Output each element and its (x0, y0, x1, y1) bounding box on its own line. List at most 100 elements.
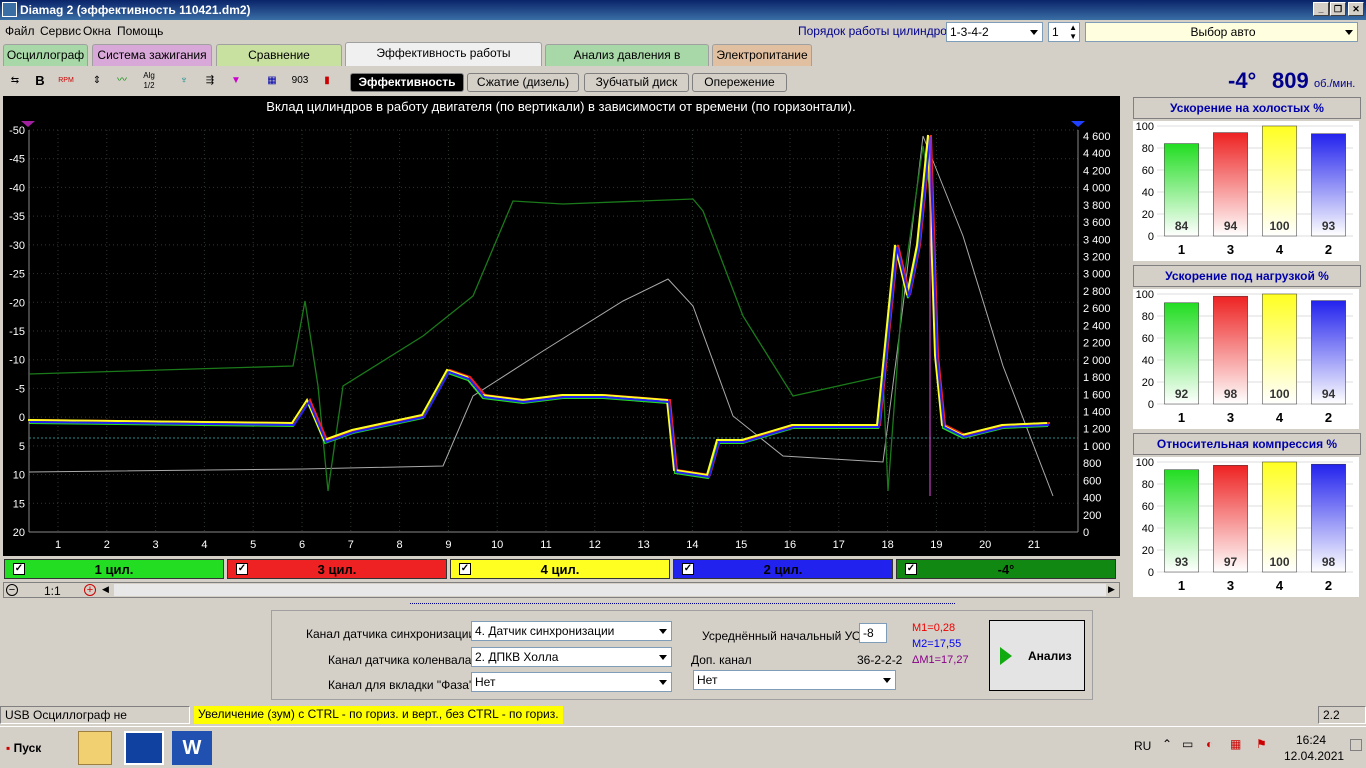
x-tick-label: 10 (491, 539, 503, 551)
checkbox-icon[interactable]: ✓ (905, 563, 917, 575)
channel-4-label: 4 цил. (540, 562, 580, 577)
app-icon (2, 2, 17, 17)
bar-value-label: 100 (1269, 387, 1289, 401)
channel-3[interactable]: ✓ 3 цил. (227, 559, 447, 579)
channel-1[interactable]: ✓ 1 цил. (4, 559, 224, 579)
bar-value-label: 92 (1175, 387, 1189, 401)
tree-icon[interactable]: ♆ (173, 70, 195, 92)
bar-category-label: 1 (1178, 410, 1185, 425)
menu-file[interactable]: Файл (5, 24, 35, 38)
language-indicator[interactable]: RU (1134, 739, 1151, 753)
x-tick-label: 12 (589, 539, 601, 551)
cyl-spin[interactable]: 1 ▲ ▼ (1048, 22, 1080, 42)
bar-category-label: 3 (1227, 578, 1234, 593)
subtab-efficiency[interactable]: Эффективность (350, 73, 464, 92)
splitter[interactable] (410, 603, 955, 608)
bar-y-tick: 20 (1142, 545, 1154, 557)
channel-2[interactable]: ✓ 2 цил. (673, 559, 893, 579)
channel-3-label: 3 цил. (317, 562, 357, 577)
x-tick-label: 13 (637, 539, 649, 551)
scroll-right-icon[interactable]: ▶ (1108, 584, 1115, 595)
phase-select[interactable]: Нет (471, 672, 672, 692)
subtab-advance[interactable]: Опережение (692, 73, 787, 92)
horizontal-scrollbar[interactable] (114, 584, 1106, 596)
left-tick-label: -30 (9, 240, 25, 252)
start-button[interactable]: ▪ Пуск (2, 733, 54, 763)
bar-y-tick: 60 (1142, 165, 1154, 177)
usb-icon[interactable]: ▭ (1182, 737, 1193, 751)
analyze-label: Анализ (1028, 649, 1072, 663)
main-chart[interactable]: Вклад цилиндров в работу двигателя (по в… (3, 96, 1120, 556)
menu-help[interactable]: Помощь (117, 24, 163, 38)
clock-time: 16:24 (1296, 733, 1327, 747)
network-icon[interactable]: ▦ (1230, 737, 1241, 751)
extra-value: Нет (697, 673, 718, 687)
channel-angle[interactable]: ✓ -4° (896, 559, 1116, 579)
algorithm-icon[interactable]: Alg 1/2 (138, 70, 160, 92)
status-version: 2.2 (1318, 706, 1366, 724)
play-icon (1000, 647, 1012, 665)
left-tick-label: -25 (9, 269, 25, 281)
order-icon[interactable]: ⇶ (199, 70, 221, 92)
show-desktop-button[interactable] (1350, 739, 1362, 751)
subtab-toothed-disk[interactable]: Зубчатый диск (584, 73, 689, 92)
engine-icon[interactable]: ▦ (261, 70, 283, 92)
checkbox-icon[interactable]: ✓ (13, 563, 25, 575)
channel-4[interactable]: ✓ 4 цил. (450, 559, 670, 579)
tab-ignition[interactable]: Система зажигания (92, 44, 212, 66)
load-accel-svg: 0 20 40 60 80 100 92 1 98 3 100 4 94 2 (1136, 289, 1353, 425)
car-select[interactable]: Выбор авто (1085, 22, 1358, 42)
cyl-order-select[interactable]: 1-3-4-2 (946, 22, 1043, 42)
status-hint: Увеличение (зум) с CTRL - по гориз. и ве… (194, 706, 563, 724)
analyze-button[interactable]: Анализ (989, 620, 1085, 691)
zoom-in-icon[interactable]: + (84, 584, 96, 596)
spinner-arrows-icon[interactable]: ▲ ▼ (1069, 23, 1077, 41)
sync-icon[interactable]: ⇆ (4, 70, 26, 92)
crank-select[interactable]: 2. ДПКВ Холла (471, 647, 672, 667)
tab-oscilloscope[interactable]: Осциллограф (3, 44, 88, 66)
subtab-compression[interactable]: Сжатие (дизель) (467, 73, 579, 92)
x-tick-label: 6 (299, 539, 305, 551)
rpm-icon[interactable]: RPM (55, 70, 77, 92)
compression-svg: 0 20 40 60 80 100 93 1 97 3 100 4 98 2 (1136, 457, 1353, 593)
word-icon[interactable]: W (172, 731, 212, 765)
left-tick-label: -5 (15, 383, 25, 395)
diamag-icon[interactable] (124, 731, 164, 765)
bar-value-label: 100 (1269, 555, 1289, 569)
bold-icon[interactable]: B (29, 70, 51, 92)
explorer-icon[interactable] (78, 731, 112, 765)
waveform-icon[interactable]: 〰 (111, 70, 133, 92)
right-marker-icon[interactable] (1071, 121, 1085, 127)
minimize-button[interactable]: _ (1313, 2, 1329, 16)
checkbox-icon[interactable]: ✓ (236, 563, 248, 575)
bar-y-tick: 20 (1142, 377, 1154, 389)
flag-icon[interactable]: ⚑ (1256, 737, 1267, 751)
x-tick-label: 21 (1028, 539, 1040, 551)
checkbox-icon[interactable]: ✓ (682, 563, 694, 575)
tab-power[interactable]: Электропитание (712, 44, 812, 66)
sync-select[interactable]: 4. Датчик синхронизации (471, 621, 672, 641)
filter-icon[interactable]: ▼ (225, 70, 247, 92)
show-hidden-icons-icon[interactable]: ⌃ (1162, 737, 1172, 751)
tab-pressure[interactable]: Анализ давления в цилиндре (545, 44, 709, 82)
restore-button[interactable]: ❐ (1330, 2, 1346, 16)
vqs-icon[interactable]: 903 (289, 70, 311, 92)
close-button[interactable]: ✕ (1348, 2, 1364, 16)
bar-icon[interactable]: ▮ (316, 70, 338, 92)
panel-idle-title: Ускорение на холостых % (1133, 97, 1361, 119)
right-tick-label: 2 000 (1083, 355, 1111, 367)
zoom-out-icon[interactable]: − (6, 584, 18, 596)
title-bar: Diamag 2 (эффективность 110421.dm2) _ ❐ … (0, 0, 1366, 20)
scroll-left-icon[interactable]: ◀ (102, 584, 109, 595)
menu-service[interactable]: Сервис (40, 24, 81, 38)
menu-windows[interactable]: Окна (83, 24, 111, 38)
extra-select[interactable]: Нет (693, 670, 896, 690)
avg-spin[interactable]: -8 (859, 623, 887, 643)
chevron-down-icon (1030, 30, 1038, 35)
tab-cyl-compare[interactable]: Сравнение цилиндров (216, 44, 342, 82)
checkbox-icon[interactable]: ✓ (459, 563, 471, 575)
scale-icon[interactable]: ⇕ (86, 70, 108, 92)
tab-cyl-efficiency[interactable]: Эффективность работы цилиндров (345, 42, 542, 80)
volume-icon[interactable]: ◐ (1206, 737, 1213, 751)
bar-y-tick: 60 (1142, 501, 1154, 513)
